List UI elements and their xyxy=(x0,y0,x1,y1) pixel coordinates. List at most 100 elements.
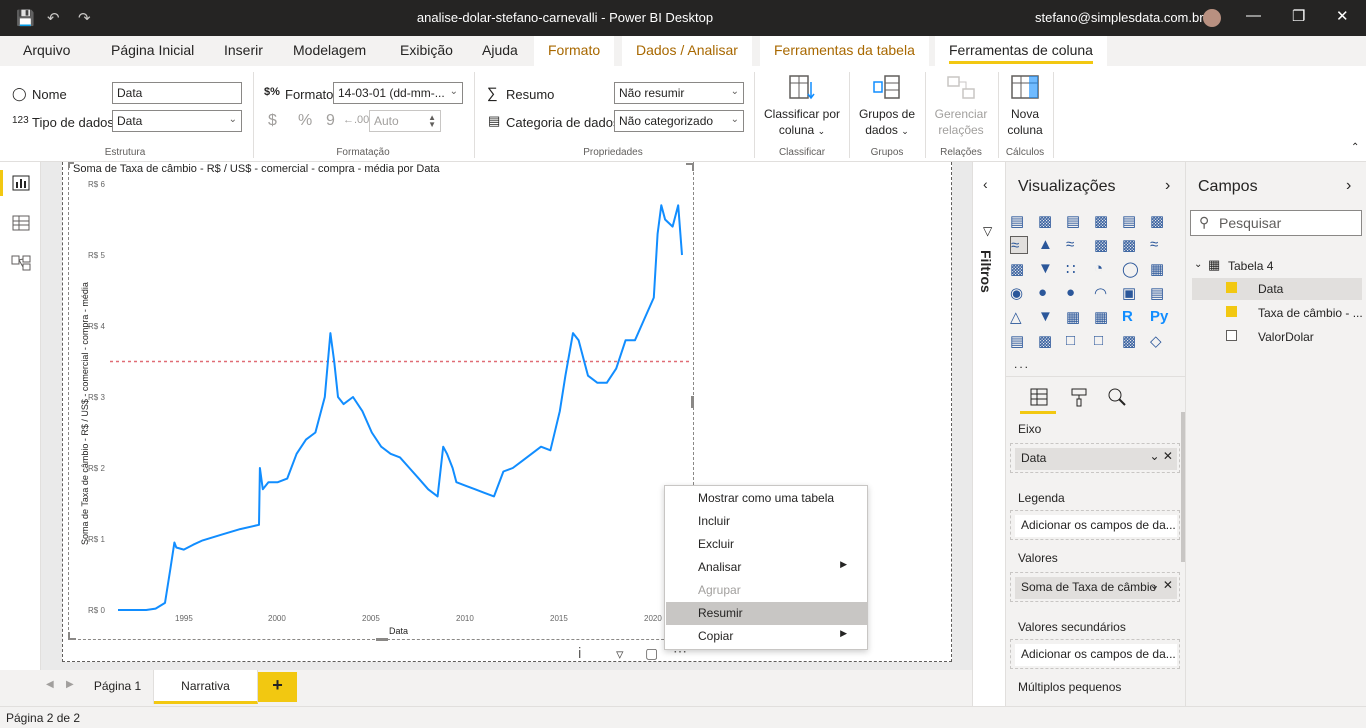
decomposition-tree-icon[interactable]: ▩ xyxy=(1038,332,1056,350)
power-apps-icon[interactable]: ◇ xyxy=(1150,332,1168,350)
more-visuals-icon[interactable]: ... xyxy=(1014,357,1030,371)
menu-item-label: Copiar xyxy=(698,629,734,643)
map-icon[interactable]: ◉ xyxy=(1010,284,1028,302)
donut-icon[interactable]: ◯ xyxy=(1122,260,1140,278)
clustered-column-icon[interactable]: ▩ xyxy=(1094,212,1112,230)
series-line-taxa-cambio[interactable] xyxy=(118,204,683,611)
legend-drop-placeholder[interactable]: Adicionar os campos de da... xyxy=(1015,515,1177,537)
menu-item-summarize[interactable]: Resumir xyxy=(666,602,867,625)
values-field-value: Soma de Taxa de câmbio xyxy=(1021,580,1157,594)
multi-row-card-icon[interactable]: ▤ xyxy=(1150,284,1168,302)
remove-field-icon[interactable]: ⌄ ✕ xyxy=(1150,578,1173,592)
table-name[interactable]: Tabela 4 xyxy=(1228,259,1273,273)
pie-icon[interactable]: ◔ xyxy=(1094,260,1112,278)
analytics-magnifier-icon[interactable] xyxy=(1106,386,1128,408)
python-visual-icon[interactable]: Py xyxy=(1150,308,1168,326)
narrative-icon[interactable]: □ xyxy=(1094,332,1112,350)
key-influencers-icon[interactable]: ▤ xyxy=(1010,332,1028,350)
visualizations-title: Visualizações xyxy=(1018,178,1116,195)
prev-page-icon[interactable]: ◀ xyxy=(46,679,54,690)
clustered-bar-icon[interactable]: ▤ xyxy=(1066,212,1084,230)
remove-field-icon[interactable]: ⌄ ✕ xyxy=(1150,449,1173,463)
next-page-icon[interactable]: ▶ xyxy=(66,679,74,690)
menu-item-show-as-table[interactable]: Mostrar como uma tabela xyxy=(666,487,867,510)
field-item-taxa-cambio[interactable]: Taxa de câmbio - ... xyxy=(1192,302,1363,324)
kpi-icon[interactable]: △ xyxy=(1010,308,1028,326)
checkbox-unchecked[interactable] xyxy=(1226,330,1237,341)
focus-mode-icon[interactable]: ▢ xyxy=(645,645,658,662)
ribbon-icon[interactable]: ≈ xyxy=(1150,236,1168,254)
fields-pane: Campos › ⚲ Pesquisar ⌄ ▦ Tabela 4 Data T… xyxy=(1185,162,1366,706)
format-paint-roller-icon[interactable] xyxy=(1068,386,1090,408)
filters-label: Filtros xyxy=(978,250,994,293)
values-field-pill[interactable]: Soma de Taxa de câmbio ⌄ ✕ xyxy=(1015,577,1177,599)
r-visual-icon[interactable]: R xyxy=(1122,308,1140,326)
menu-item-label: Agrupar xyxy=(698,583,741,597)
menu-item-label: Resumir xyxy=(698,606,743,620)
filter-icon[interactable]: ▿ xyxy=(616,645,624,663)
menu-item-label: Analisar xyxy=(698,560,742,574)
menu-item-exclude[interactable]: Excluir xyxy=(666,533,867,556)
line-column-icon[interactable]: ▩ xyxy=(1094,236,1112,254)
menu-item-include[interactable]: Incluir xyxy=(666,510,867,533)
100-column-icon[interactable]: ▩ xyxy=(1150,212,1168,230)
page-tab-narrativa[interactable]: Narrativa xyxy=(154,670,258,704)
legend-well[interactable]: Adicionar os campos de da... xyxy=(1010,510,1180,540)
fields-tab-icon[interactable] xyxy=(1028,386,1050,408)
field-item-data[interactable]: Data xyxy=(1192,278,1362,300)
axis-field-pill[interactable]: Data ⌄ ✕ xyxy=(1015,448,1177,470)
axis-well-label: Eixo xyxy=(1018,422,1042,436)
scatter-icon[interactable]: ∷ xyxy=(1066,260,1084,278)
secondary-values-well[interactable]: Adicionar os campos de da... xyxy=(1010,639,1180,669)
axis-field-value: Data xyxy=(1021,451,1047,465)
stacked-area-icon[interactable]: ≈ xyxy=(1066,236,1084,254)
100-bar-icon[interactable]: ▤ xyxy=(1122,212,1140,230)
add-page-button[interactable]: + xyxy=(258,672,297,702)
expand-filters-icon[interactable]: ‹ xyxy=(983,176,988,192)
funnel-icon[interactable]: ▼ xyxy=(1038,260,1056,278)
card-icon[interactable]: ▣ xyxy=(1122,284,1140,302)
menu-item-copy[interactable]: Copiar ▶ xyxy=(666,625,867,648)
shape-map-icon[interactable]: ● xyxy=(1066,284,1084,302)
qa-icon[interactable]: □ xyxy=(1066,332,1084,350)
area-icon[interactable]: ▲ xyxy=(1038,236,1056,254)
checkbox-checked[interactable] xyxy=(1226,306,1237,317)
collapse-visualizations-icon[interactable]: › xyxy=(1165,177,1170,195)
divider xyxy=(1006,376,1186,377)
fields-search-input[interactable]: ⚲ Pesquisar xyxy=(1190,210,1362,236)
menu-item-label: Mostrar como uma tabela xyxy=(698,491,835,505)
fields-title: Campos xyxy=(1198,178,1258,195)
axis-well[interactable]: Data ⌄ ✕ xyxy=(1010,443,1180,473)
info-icon[interactable]: i xyxy=(578,645,581,662)
line-icon[interactable]: ≈ xyxy=(1010,236,1028,254)
menu-item-analyze[interactable]: Analisar ▶ xyxy=(666,556,867,579)
search-icon: ⚲ xyxy=(1199,214,1210,230)
waterfall-icon[interactable]: ▩ xyxy=(1010,260,1028,278)
values-well-label: Valores xyxy=(1018,551,1058,565)
menu-item-group[interactable]: Agrupar xyxy=(666,579,867,602)
line-clustered-icon[interactable]: ▩ xyxy=(1122,236,1140,254)
menu-item-label: Excluir xyxy=(698,537,735,551)
stacked-bar-icon[interactable]: ▤ xyxy=(1010,212,1028,230)
table-icon[interactable]: ▦ xyxy=(1066,308,1084,326)
status-bar: Página 2 de 2 xyxy=(0,706,1366,728)
gauge-icon[interactable]: ◠ xyxy=(1094,284,1112,302)
small-multiples-label: Múltiplos pequenos xyxy=(1018,680,1122,694)
stacked-column-icon[interactable]: ▩ xyxy=(1038,212,1056,230)
collapse-fields-icon[interactable]: › xyxy=(1346,177,1351,195)
secondary-drop-placeholder[interactable]: Adicionar os campos de da... xyxy=(1015,644,1177,666)
search-placeholder: Pesquisar xyxy=(1219,215,1282,231)
values-well[interactable]: Soma de Taxa de câmbio ⌄ ✕ xyxy=(1010,572,1180,602)
legend-well-label: Legenda xyxy=(1018,491,1065,505)
filled-map-icon[interactable]: ● xyxy=(1038,284,1056,302)
filters-pane[interactable]: ‹ ▽ Filtros xyxy=(972,162,1005,706)
treemap-icon[interactable]: ▦ xyxy=(1150,260,1168,278)
checkbox-checked[interactable] xyxy=(1226,282,1237,293)
matrix-icon[interactable]: ▦ xyxy=(1094,308,1112,326)
paginated-icon[interactable]: ▩ xyxy=(1122,332,1140,350)
field-item-valordolar[interactable]: ValorDolar xyxy=(1192,326,1362,348)
page-tab-1[interactable]: Página 1 xyxy=(82,670,154,704)
chevron-down-icon[interactable]: ⌄ xyxy=(1194,259,1202,270)
slicer-icon[interactable]: ▼ xyxy=(1038,308,1056,326)
table-icon: ▦ xyxy=(1208,257,1221,272)
